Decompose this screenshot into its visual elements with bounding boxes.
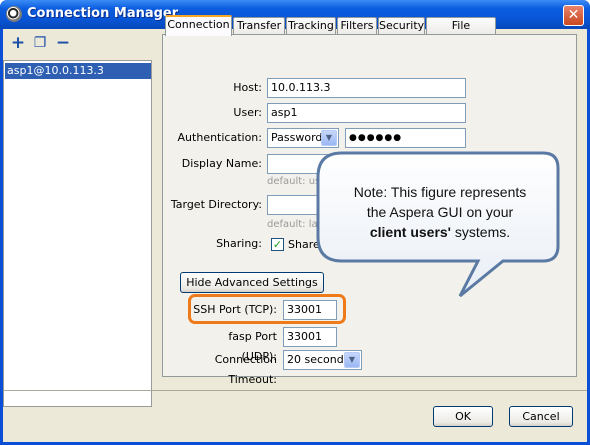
tab-connection[interactable]: Connection bbox=[165, 15, 232, 36]
tab-transfer[interactable]: Transfer bbox=[233, 17, 285, 35]
fasp-port-field[interactable]: 33001 bbox=[283, 327, 337, 347]
window-title: Connection Manager bbox=[27, 6, 179, 21]
ssh-port-highlight bbox=[188, 294, 346, 324]
footer-divider bbox=[3, 390, 587, 391]
chevron-down-icon[interactable]: ▼ bbox=[344, 352, 360, 368]
chevron-down-icon[interactable]: ▼ bbox=[321, 130, 337, 146]
tab-tracking[interactable]: Tracking bbox=[286, 17, 336, 35]
ok-button[interactable]: OK bbox=[433, 406, 493, 427]
callout-line-1: Note: This figure represents bbox=[353, 184, 527, 200]
connection-list[interactable]: asp1@10.0.113.3 bbox=[3, 60, 152, 407]
target-directory-hint: default: las bbox=[267, 219, 323, 230]
duplicate-connection-icon[interactable]: ❐ bbox=[32, 35, 48, 51]
host-field[interactable]: 10.0.113.3 bbox=[267, 78, 466, 98]
connection-item[interactable]: asp1@10.0.113.3 bbox=[5, 63, 151, 79]
close-button[interactable]: ✕ bbox=[563, 5, 584, 26]
app-icon bbox=[6, 6, 22, 22]
display-name-hint: default: us bbox=[267, 176, 321, 187]
hide-advanced-settings-button[interactable]: Hide Advanced Settings bbox=[180, 272, 324, 293]
remove-connection-icon[interactable]: − bbox=[55, 35, 71, 52]
sharing-text: Share bbox=[288, 238, 320, 251]
callout-line-3-rest: systems. bbox=[451, 224, 511, 240]
tab-filters[interactable]: Filters bbox=[337, 17, 377, 35]
user-label: User: bbox=[233, 106, 262, 119]
connection-timeout-label: Connection Timeout: bbox=[214, 353, 277, 386]
host-label: Host: bbox=[233, 81, 262, 94]
cancel-button[interactable]: Cancel bbox=[509, 406, 573, 427]
add-connection-icon[interactable]: + bbox=[10, 35, 26, 52]
callout-line-3-bold: client users' bbox=[369, 224, 452, 240]
authentication-select[interactable]: Password ▼ bbox=[267, 128, 339, 148]
connection-timeout-value: 20 seconds bbox=[287, 353, 350, 366]
authentication-value: Password bbox=[271, 131, 323, 144]
authentication-label: Authentication: bbox=[177, 131, 262, 144]
tab-file-handling[interactable]: File Handling bbox=[426, 17, 496, 48]
sharing-label: Sharing: bbox=[216, 237, 262, 250]
callout-line-3: client users' systems. bbox=[330, 222, 550, 242]
display-name-label: Display Name: bbox=[181, 157, 262, 170]
sharing-checkbox[interactable]: ✓ bbox=[271, 238, 284, 251]
password-field[interactable]: ●●●●●● bbox=[345, 128, 466, 148]
connection-timeout-select[interactable]: 20 seconds ▼ bbox=[283, 350, 362, 370]
target-directory-label: Target Directory: bbox=[170, 198, 262, 211]
display-name-field[interactable] bbox=[267, 154, 466, 174]
callout-text: Note: This figure represents the Aspera … bbox=[330, 182, 550, 242]
user-field[interactable]: asp1 bbox=[267, 103, 466, 123]
callout-line-2: the Aspera GUI on your bbox=[366, 204, 514, 220]
tab-security[interactable]: Security bbox=[378, 17, 425, 35]
